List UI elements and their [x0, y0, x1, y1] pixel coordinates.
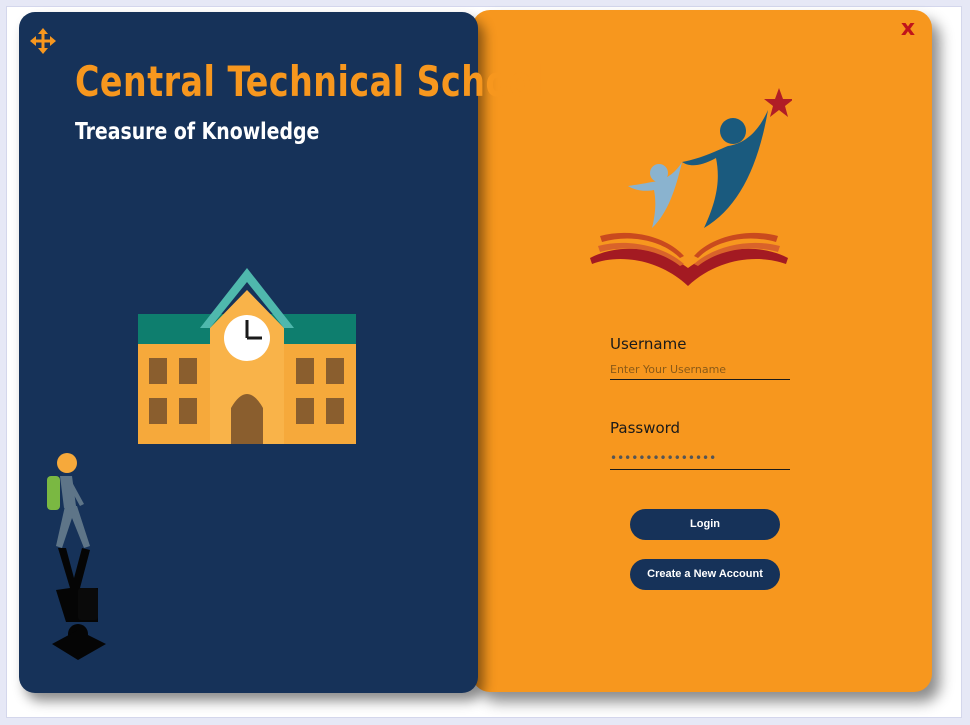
student-shadow-icon [52, 548, 106, 660]
school-title: Central Technical School [75, 58, 545, 107]
student-walking-icon [47, 453, 90, 548]
education-book-star-logo [590, 88, 792, 286]
login-button[interactable]: Login [630, 509, 780, 540]
move-arrows-icon[interactable] [30, 28, 56, 54]
school-building-icon [138, 268, 356, 444]
password-label: Password [610, 419, 681, 437]
password-input[interactable] [610, 446, 790, 470]
close-button[interactable]: x [898, 16, 918, 42]
username-label: Username [610, 335, 687, 353]
username-input[interactable] [610, 360, 790, 380]
create-account-button[interactable]: Create a New Account [630, 559, 780, 590]
school-subtitle: Treasure of Knowledge [75, 118, 320, 145]
